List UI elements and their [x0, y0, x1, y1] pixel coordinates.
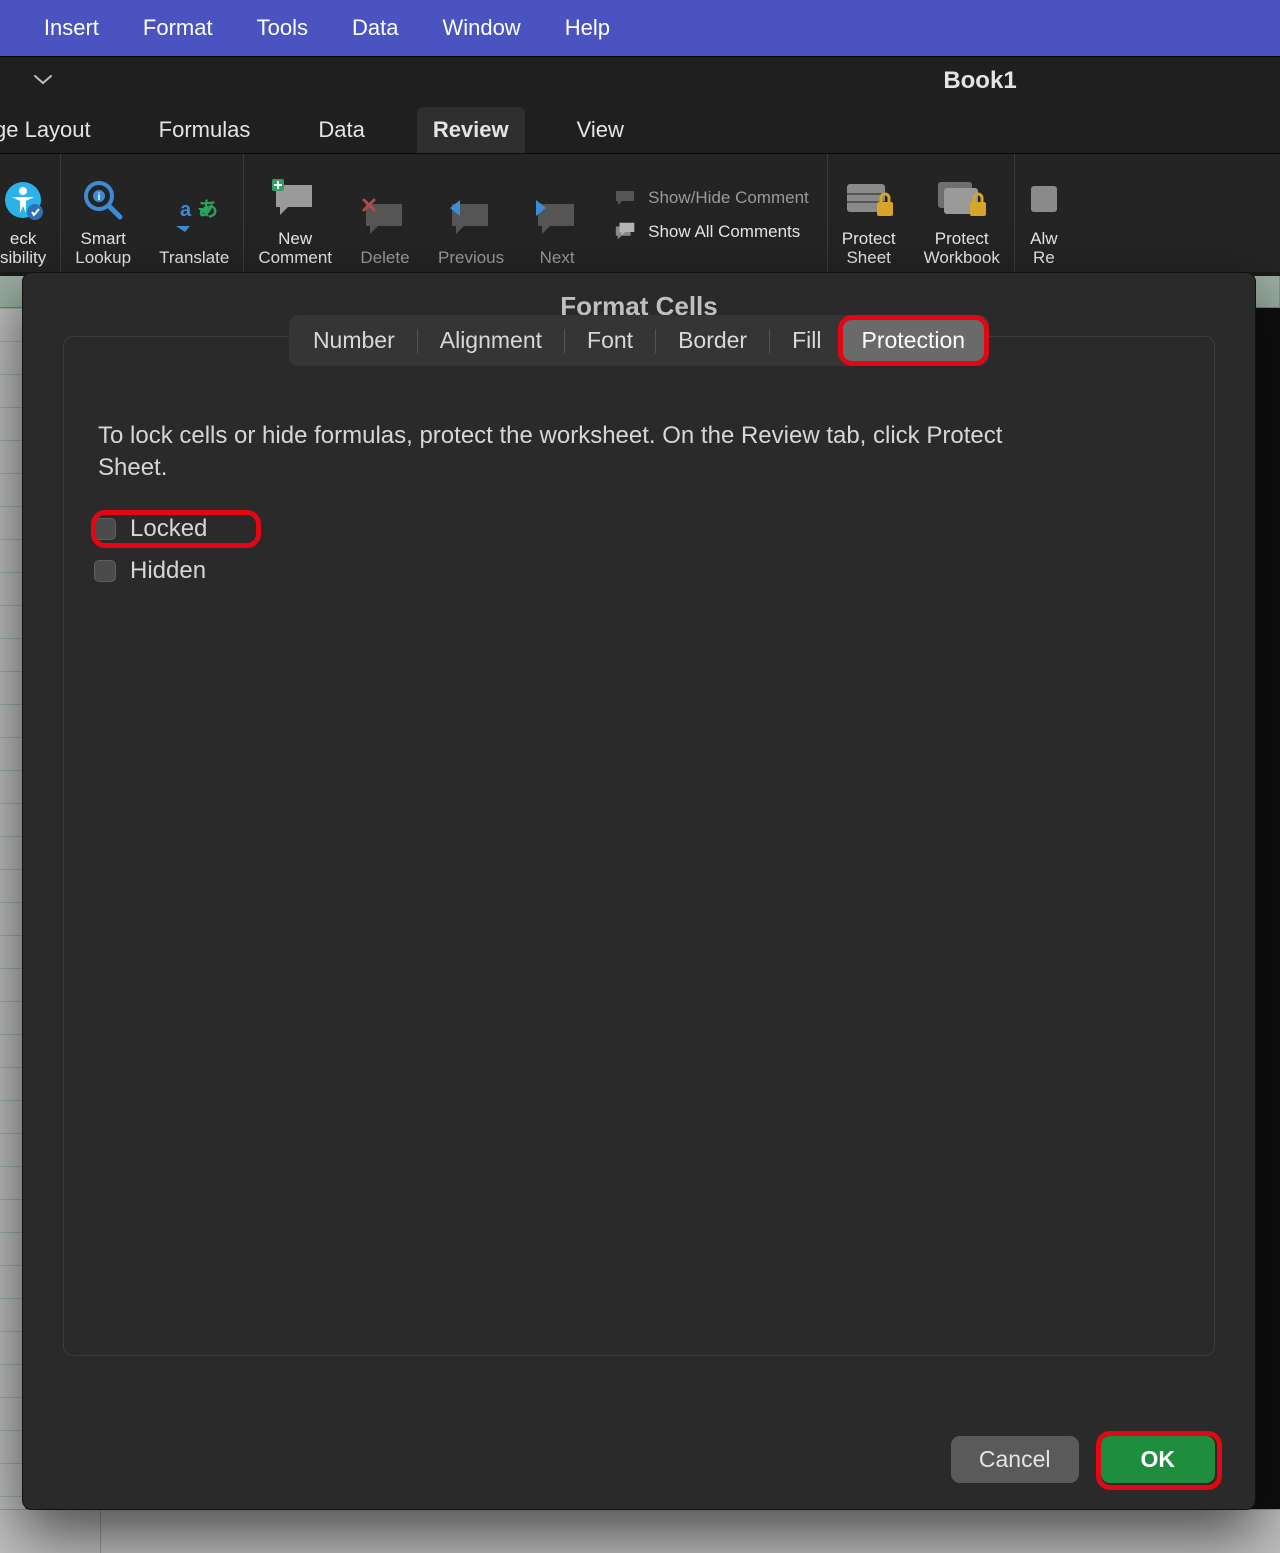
ribbon-tab-view[interactable]: View — [561, 107, 640, 153]
hidden-label: Hidden — [130, 557, 206, 585]
ok-button[interactable]: OK — [1101, 1436, 1216, 1483]
ribbon-tab-page-layout-partial[interactable]: ge Layout — [0, 107, 107, 153]
next-comment-icon — [532, 196, 582, 242]
menu-item-tools[interactable]: Tools — [257, 15, 308, 41]
protect-sheet-button[interactable]: ProtectSheet — [828, 154, 910, 276]
protect-workbook-button[interactable]: ProtectWorkbook — [910, 154, 1014, 276]
tab-font[interactable]: Font — [567, 319, 653, 362]
previous-comment-icon — [446, 196, 496, 242]
next-comment-label: Next — [540, 248, 575, 268]
show-hide-comment-button: Show/Hide Comment — [614, 188, 809, 208]
accessibility-icon — [2, 177, 44, 223]
smart-lookup-icon: i — [80, 177, 126, 223]
menu-item-data[interactable]: Data — [352, 15, 398, 41]
new-comment-icon — [270, 177, 320, 223]
locked-checkbox[interactable] — [94, 518, 116, 540]
translate-button[interactable]: aあ Translate — [145, 154, 243, 276]
ribbon-tab-data[interactable]: Data — [302, 107, 380, 153]
smart-lookup-label: SmartLookup — [75, 229, 131, 268]
menu-item-format[interactable]: Format — [143, 15, 213, 41]
tab-protection[interactable]: Protection — [842, 319, 986, 362]
ribbon: ecksibility i SmartLookup aあ Translate — [0, 154, 1280, 276]
protect-sheet-icon — [843, 177, 895, 223]
ribbon-tab-review[interactable]: Review — [417, 107, 525, 153]
next-comment-button: Next — [518, 154, 596, 276]
locked-label: Locked — [130, 515, 207, 543]
dialog-tabstrip: Number Alignment Font Border Fill Protec… — [94, 315, 1184, 366]
previous-comment-button: Previous — [424, 154, 518, 276]
tab-border[interactable]: Border — [658, 319, 767, 362]
delete-comment-icon — [360, 196, 410, 242]
format-cells-dialog: Format Cells Number Alignment Font Borde… — [22, 272, 1256, 1510]
hidden-checkbox[interactable] — [94, 560, 116, 582]
new-comment-button[interactable]: NewComment — [244, 154, 346, 276]
hidden-checkbox-row[interactable]: Hidden — [94, 555, 1184, 587]
cancel-button[interactable]: Cancel — [951, 1436, 1079, 1483]
macos-menubar: w Insert Format Tools Data Window Help — [0, 0, 1280, 56]
show-hide-comment-icon — [614, 189, 638, 207]
svg-text:a: a — [180, 199, 192, 221]
ribbon-tab-formulas[interactable]: Formulas — [143, 107, 267, 153]
comment-visibility-stack: Show/Hide Comment Show All Comments — [596, 154, 827, 276]
menu-item-window[interactable]: Window — [442, 15, 520, 41]
always-icon — [1029, 177, 1059, 223]
tab-alignment[interactable]: Alignment — [420, 319, 562, 362]
translate-label: Translate — [159, 248, 229, 268]
check-accessibility-button[interactable]: ecksibility — [0, 154, 60, 276]
window-titlebar: Book1 — [0, 56, 1280, 104]
translate-icon: aあ — [170, 196, 218, 242]
smart-lookup-button[interactable]: i SmartLookup — [61, 154, 145, 276]
tab-number[interactable]: Number — [293, 319, 415, 362]
show-all-comments-button[interactable]: Show All Comments — [614, 222, 809, 242]
show-all-comments-icon — [614, 223, 638, 241]
menu-item-insert[interactable]: Insert — [44, 15, 99, 41]
always-button-partial[interactable]: AlwRe — [1015, 154, 1059, 276]
delete-comment-button: Delete — [346, 154, 424, 276]
ribbon-tabs: ge Layout Formulas Data Review View — [0, 104, 1280, 154]
protect-workbook-label: ProtectWorkbook — [924, 229, 1000, 268]
protection-description: To lock cells or hide formulas, protect … — [94, 366, 1054, 485]
dialog-inner-panel: Number Alignment Font Border Fill Protec… — [63, 336, 1215, 1356]
locked-checkbox-row[interactable]: Locked — [94, 513, 1184, 545]
always-label: AlwRe — [1030, 229, 1057, 268]
protect-sheet-label: ProtectSheet — [842, 229, 896, 268]
document-title: Book1 — [0, 67, 1280, 95]
tab-fill[interactable]: Fill — [772, 319, 841, 362]
new-comment-label: NewComment — [258, 229, 332, 268]
protection-checkboxes: Locked Hidden — [94, 485, 1184, 587]
delete-comment-label: Delete — [360, 248, 409, 268]
check-accessibility-label: ecksibility — [0, 229, 46, 268]
previous-comment-label: Previous — [438, 248, 504, 268]
dialog-footer: Cancel OK — [23, 1418, 1255, 1509]
menu-item-help[interactable]: Help — [565, 15, 610, 41]
svg-text:i: i — [98, 192, 101, 203]
protect-workbook-icon — [936, 177, 988, 223]
